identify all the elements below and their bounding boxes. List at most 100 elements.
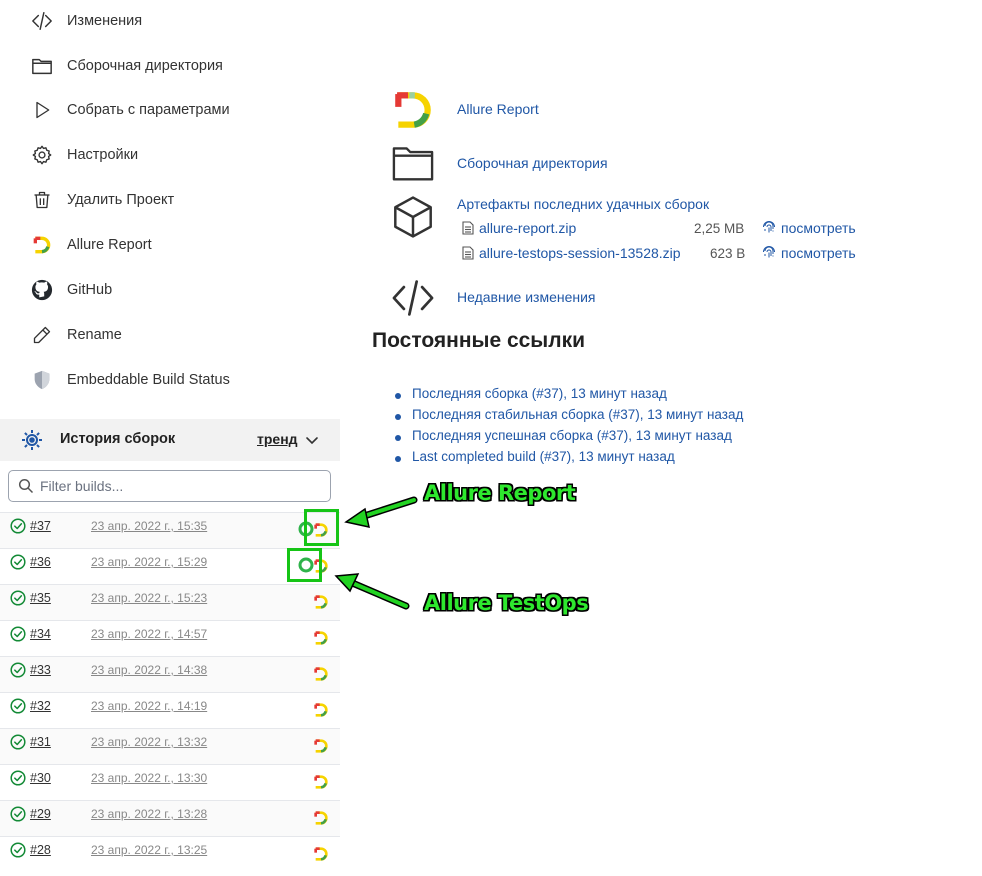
sidebar-item-embeddable-status[interactable]: Embeddable Build Status — [30, 367, 330, 393]
build-date-link[interactable]: 23 апр. 2022 г., 15:23 — [91, 591, 207, 605]
recent-changes-label[interactable]: Недавние изменения — [457, 289, 596, 305]
allure-report-icon[interactable] — [313, 666, 329, 682]
artifact-size: 2,25 MB — [694, 220, 745, 236]
sidebar-item-label: Сборочная директория — [67, 58, 223, 74]
artifact-row: allure-report.zip 2,25 MB посмотреть — [462, 218, 856, 238]
chevron-down-icon[interactable] — [304, 432, 320, 448]
build-number-link[interactable]: #29 — [30, 807, 51, 821]
file-icon — [462, 246, 474, 260]
sidebar-item-rename[interactable]: Rename — [30, 322, 330, 348]
allure-report-icon[interactable] — [313, 702, 329, 718]
build-row: #35 23 апр. 2022 г., 15:23 — [0, 584, 340, 620]
sidebar-item-label: Rename — [67, 327, 122, 343]
search-icon — [18, 478, 34, 494]
permalinks-list: Последняя сборка (#37), 13 минут назад П… — [395, 386, 743, 470]
trend-link[interactable]: тренд — [257, 431, 298, 447]
pencil-icon — [30, 323, 54, 347]
annotation-label-allure-testops: Allure TestOps — [424, 591, 589, 615]
sidebar-item-label: Настройки — [67, 147, 139, 163]
permalinks-title: Постоянные ссылки — [372, 329, 586, 352]
build-date-link[interactable]: 23 апр. 2022 г., 13:25 — [91, 843, 207, 857]
success-check-icon — [10, 734, 26, 750]
build-date-link[interactable]: 23 апр. 2022 г., 14:57 — [91, 627, 207, 641]
filter-builds-field[interactable] — [8, 470, 331, 502]
sidebar-item-github[interactable]: GitHub — [30, 277, 330, 303]
sidebar-item-label: GitHub — [67, 282, 113, 298]
allure-report-label[interactable]: Allure Report — [457, 101, 539, 117]
success-check-icon — [10, 626, 26, 642]
allure-report-icon[interactable] — [313, 738, 329, 754]
success-check-icon — [10, 518, 26, 534]
build-number-link[interactable]: #36 — [30, 555, 51, 569]
success-check-icon — [10, 554, 26, 570]
build-number-link[interactable]: #31 — [30, 735, 51, 749]
success-check-icon — [10, 770, 26, 786]
sidebar-item-changes[interactable]: Изменения — [30, 8, 330, 34]
build-number-link[interactable]: #35 — [30, 591, 51, 605]
artifact-view-link[interactable]: посмотреть — [781, 220, 856, 236]
build-date-link[interactable]: 23 апр. 2022 г., 13:28 — [91, 807, 207, 821]
permalink-last-completed-build[interactable]: Last completed build (#37), 13 минут наз… — [412, 449, 675, 464]
artifact-row: allure-testops-session-13528.zip 623 B п… — [462, 243, 856, 263]
permalink-item: Последняя стабильная сборка (#37), 13 ми… — [395, 407, 743, 428]
build-row: #30 23 апр. 2022 г., 13:30 — [0, 764, 340, 800]
build-date-link[interactable]: 23 апр. 2022 г., 15:35 — [91, 519, 207, 533]
build-date-link[interactable]: 23 апр. 2022 г., 13:30 — [91, 771, 207, 785]
allure-logo-icon — [30, 233, 54, 257]
build-number-link[interactable]: #33 — [30, 663, 51, 677]
artifacts-title[interactable]: Артефакты последних удачных сборок — [457, 196, 709, 212]
allure-report-icon[interactable] — [313, 594, 329, 610]
permalink-last-stable-build[interactable]: Последняя стабильная сборка (#37), 13 ми… — [412, 407, 743, 422]
sidebar-item-label: Удалить Проект — [67, 192, 175, 208]
recent-changes-link[interactable]: Недавние изменения — [390, 275, 596, 321]
success-check-icon — [10, 842, 26, 858]
build-dir-label[interactable]: Сборочная директория — [457, 155, 608, 171]
permalink-item: Последняя успешная сборка (#37), 13 мину… — [395, 428, 743, 449]
allure-report-icon[interactable] — [313, 774, 329, 790]
shield-icon — [30, 368, 54, 392]
artifacts-section: Артефакты последних удачных сборок — [390, 194, 709, 240]
build-date-link[interactable]: 23 апр. 2022 г., 14:19 — [91, 699, 207, 713]
build-date-link[interactable]: 23 апр. 2022 г., 14:38 — [91, 663, 207, 677]
build-number-link[interactable]: #30 — [30, 771, 51, 785]
filter-builds-input[interactable] — [40, 478, 320, 494]
box-icon — [390, 194, 436, 240]
sidebar-item-settings[interactable]: Настройки — [30, 142, 330, 168]
build-row: #32 23 апр. 2022 г., 14:19 — [0, 692, 340, 728]
artifact-size: 623 B — [710, 245, 746, 261]
allure-report-link[interactable]: Allure Report — [390, 87, 539, 133]
github-icon — [30, 278, 54, 302]
code-icon — [390, 275, 436, 321]
build-number-link[interactable]: #28 — [30, 843, 51, 857]
allure-report-icon[interactable] — [313, 630, 329, 646]
build-history-header: История сборок тренд — [0, 419, 340, 461]
build-number-link[interactable]: #32 — [30, 699, 51, 713]
build-number-link[interactable]: #37 — [30, 519, 51, 533]
artifact-link[interactable]: allure-report.zip — [479, 220, 576, 236]
build-dir-link[interactable]: Сборочная директория — [390, 140, 608, 186]
fingerprint-icon[interactable] — [762, 221, 776, 235]
sidebar-item-build-dir[interactable]: Сборочная директория — [30, 53, 330, 79]
annotation-box-allure-testops — [287, 548, 322, 582]
build-date-link[interactable]: 23 апр. 2022 г., 15:29 — [91, 555, 207, 569]
build-row: #31 23 апр. 2022 г., 13:32 — [0, 728, 340, 764]
sidebar-item-allure-report[interactable]: Allure Report — [30, 232, 330, 258]
allure-report-icon[interactable] — [313, 846, 329, 862]
build-date-link[interactable]: 23 апр. 2022 г., 13:32 — [91, 735, 207, 749]
permalink-last-build[interactable]: Последняя сборка (#37), 13 минут назад — [412, 386, 667, 401]
fingerprint-icon[interactable] — [762, 246, 776, 260]
sidebar-item-label: Изменения — [67, 13, 143, 29]
permalink-last-successful-build[interactable]: Последняя успешная сборка (#37), 13 мину… — [412, 428, 732, 443]
artifact-view-link[interactable]: посмотреть — [781, 245, 856, 261]
build-row: #37 23 апр. 2022 г., 15:35 — [0, 512, 340, 548]
sidebar-item-label: Embeddable Build Status — [67, 372, 230, 388]
artifact-link[interactable]: allure-testops-session-13528.zip — [479, 245, 681, 261]
allure-report-icon[interactable] — [313, 810, 329, 826]
success-check-icon — [10, 806, 26, 822]
build-number-link[interactable]: #34 — [30, 627, 51, 641]
folder-icon — [390, 140, 436, 186]
sidebar-item-label: Allure Report — [67, 237, 152, 253]
sidebar-item-build-with-params[interactable]: Собрать с параметрами — [30, 97, 330, 123]
sidebar-item-delete-project[interactable]: Удалить Проект — [30, 187, 330, 213]
build-row: #29 23 апр. 2022 г., 13:28 — [0, 800, 340, 836]
